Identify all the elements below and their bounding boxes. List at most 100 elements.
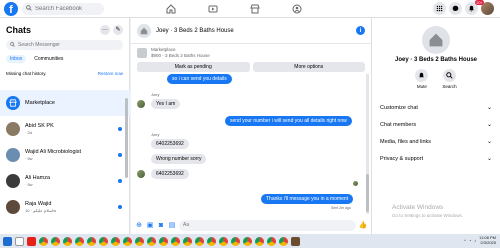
chat-item-wajid-ali[interactable]: Wajid Ali Microbiologist · 5w — [0, 142, 130, 168]
conversation-panel: Joey · 3 Beds 2 Baths House i Marketplac… — [131, 18, 371, 234]
chrome-icon[interactable] — [171, 236, 180, 246]
tab-inbox[interactable]: Inbox — [6, 55, 27, 63]
more-options-button[interactable]: More options — [252, 62, 365, 72]
tab-communities[interactable]: Communities — [30, 55, 67, 63]
message-incoming: 6402253692 — [151, 169, 189, 179]
more-dots-icon: ··· — [102, 26, 108, 33]
messenger-search[interactable] — [6, 40, 123, 50]
menu-media-files-links[interactable]: Media, files and links ⌄ — [372, 133, 500, 150]
listing-title[interactable]: $900 - 3 Beds 2 Baths House — [151, 53, 210, 59]
menu-button[interactable] — [433, 2, 446, 15]
volume-icon[interactable]: ♪ — [474, 238, 476, 243]
chrome-icon[interactable] — [243, 236, 252, 246]
seen-avatar — [353, 181, 358, 186]
info-icon[interactable]: i — [356, 26, 365, 35]
chrome-icon[interactable] — [159, 236, 168, 246]
sender-name: Joey — [151, 92, 160, 97]
chevron-up-icon[interactable]: ^ — [464, 238, 466, 243]
chat-name: Ali Hamza — [25, 175, 51, 181]
gif-icon[interactable]: ▤ — [168, 221, 176, 229]
chrome-icon[interactable] — [207, 236, 216, 246]
chat-timestamp: · 5w — [25, 156, 33, 161]
chrome-icon[interactable] — [99, 236, 108, 246]
watermark-subtitle: Go to Settings to activate Windows. — [392, 213, 464, 218]
chrome-icon[interactable] — [63, 236, 72, 246]
chrome-icon[interactable] — [111, 236, 120, 246]
app-icon[interactable] — [291, 236, 300, 246]
notifications-button[interactable]: 20+ — [465, 0, 484, 15]
page: f Search Facebook 20+ Chats ··· ✎ Search… — [0, 0, 500, 248]
facebook-search[interactable] — [22, 2, 104, 15]
chrome-icon[interactable] — [147, 236, 156, 246]
new-message-button[interactable]: ✎ — [113, 24, 123, 35]
chrome-icon[interactable] — [279, 236, 288, 246]
conversation-scrollbar[interactable] — [366, 74, 369, 214]
search-taskbar-icon[interactable] — [15, 236, 24, 246]
message-outgoing: Thanks i'll message you in a moment — [261, 194, 354, 204]
facebook-logo[interactable]: f — [4, 1, 18, 16]
messenger-search-input[interactable] — [18, 42, 118, 48]
plus-icon[interactable]: ⊕ — [135, 221, 143, 229]
messenger-button[interactable] — [449, 2, 462, 15]
mute-button[interactable] — [415, 69, 429, 82]
youtube-icon[interactable] — [27, 236, 36, 246]
mark-as-pending-button[interactable]: Mark as pending — [137, 62, 250, 72]
marketplace-icon — [9, 99, 17, 107]
facebook-search-input[interactable] — [35, 5, 101, 12]
compose-icon: ✎ — [115, 27, 121, 33]
mute-action[interactable]: Mute — [415, 69, 429, 89]
chat-info-name: Joey · 3 Beds 2 Baths House — [394, 57, 478, 63]
chat-timestamp: · 2d — [25, 130, 32, 135]
message-outgoing: send your number i will send you all det… — [225, 116, 352, 126]
chrome-icon[interactable] — [183, 236, 192, 246]
start-icon[interactable] — [3, 236, 12, 246]
image-icon[interactable]: ▣ — [146, 221, 154, 229]
system-tray: ^ ◔ ♪ 11:08 PM 2/3/2025 — [464, 235, 496, 245]
message-incoming: Yes I am — [151, 99, 181, 109]
wifi-icon[interactable]: ◔ — [469, 238, 471, 243]
home-nav[interactable] — [150, 0, 192, 18]
chrome-icon[interactable] — [135, 236, 144, 246]
menu-customize-chat[interactable]: Customize chat ⌄ — [372, 99, 500, 116]
chrome-icon[interactable] — [39, 236, 48, 246]
chrome-icon[interactable] — [87, 236, 96, 246]
more-options-button[interactable]: ··· — [100, 24, 110, 35]
chat-item-ali-hamza[interactable]: Ali Hamza · 5w — [0, 168, 130, 194]
chat-item-abid[interactable]: Abid SK PK · 2d — [0, 116, 130, 142]
restore-now-link[interactable]: Restore now — [98, 71, 123, 76]
chat-item-raja-wajid[interactable]: Raja Wajid اسلام علیکم · 10w — [0, 194, 130, 220]
chrome-icon[interactable] — [255, 236, 264, 246]
sidebar-tabs: Inbox Communities — [0, 54, 129, 64]
groups-icon — [292, 4, 302, 14]
unread-dot — [118, 179, 122, 183]
menu-privacy-support[interactable]: Privacy & support ⌄ — [372, 150, 500, 167]
search-button[interactable] — [442, 69, 456, 82]
listing-thumbnail[interactable] — [137, 48, 147, 58]
marketplace-nav[interactable] — [234, 0, 276, 18]
sticker-icon[interactable]: ◙ — [157, 221, 165, 229]
clock[interactable]: 11:08 PM 2/3/2025 — [479, 235, 496, 245]
search-action[interactable]: Search — [442, 69, 457, 89]
chat-name: Raja Wajid — [25, 201, 52, 207]
conversation-avatar[interactable] — [137, 23, 151, 38]
chrome-icon[interactable] — [51, 236, 60, 246]
chat-name: Marketplace — [25, 100, 55, 106]
chat-item-marketplace[interactable]: Marketplace — [0, 90, 130, 116]
groups-nav[interactable] — [276, 0, 318, 18]
like-icon[interactable]: 👍 — [359, 221, 368, 229]
message-composer: ⊕ ▣ ◙ ▤ 👍 — [131, 216, 371, 234]
message-input[interactable] — [179, 219, 356, 231]
chrome-icon[interactable] — [123, 236, 132, 246]
chrome-icon[interactable] — [75, 236, 84, 246]
chat-info-avatar[interactable] — [422, 26, 450, 54]
chrome-icon[interactable] — [267, 236, 276, 246]
chrome-icon[interactable] — [231, 236, 240, 246]
video-nav[interactable] — [192, 0, 234, 18]
chrome-icon[interactable] — [219, 236, 228, 246]
conversation-title[interactable]: Joey · 3 Beds 2 Baths House — [156, 28, 356, 34]
chrome-icon[interactable] — [195, 236, 204, 246]
menu-chat-members[interactable]: Chat members ⌄ — [372, 116, 500, 133]
search-icon — [10, 41, 15, 49]
sidebar-scrollbar[interactable] — [125, 98, 128, 178]
message-thread: so i can send you details Joey Yes I am … — [131, 74, 366, 214]
